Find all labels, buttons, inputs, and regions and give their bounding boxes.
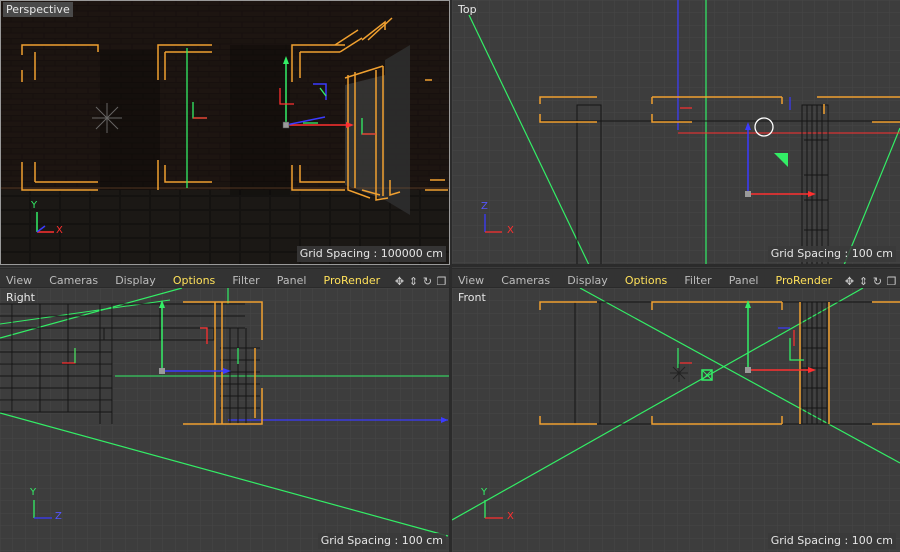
axis-label-y-right: Y <box>30 487 37 498</box>
right-grid-spacing: Grid Spacing : 100 cm <box>317 533 446 549</box>
top-scene <box>452 0 900 265</box>
right-viewport-label: Right <box>6 291 35 304</box>
front-grid-spacing: Grid Spacing : 100 cm <box>767 533 896 549</box>
front-scene <box>452 288 900 552</box>
axis-label-x-top: X <box>507 225 514 236</box>
viewport-divider-horizontal[interactable] <box>0 264 900 267</box>
right-viewport-menubar: View Cameras Display Options Filter Pane… <box>0 268 450 288</box>
view-nav-tools: ✥ ⇕ ↻ ❐ <box>392 270 448 289</box>
right-viewport[interactable]: Right Y Z Grid Spacing : 100 cm <box>0 288 450 552</box>
perspective-grid-spacing: Grid Spacing : 100000 cm <box>296 246 446 262</box>
move-view-icon[interactable]: ✥ <box>393 274 406 289</box>
rotate-view-icon[interactable]: ↻ <box>871 274 884 289</box>
top-viewport[interactable]: Top Z X Grid Spacing : 100 cm <box>452 0 900 265</box>
right-scene <box>0 288 450 552</box>
toggle-layout-icon[interactable]: ❐ <box>435 274 448 289</box>
perspective-viewport-label: Perspective <box>3 2 73 17</box>
rotate-view-icon[interactable]: ↻ <box>421 274 434 289</box>
view-nav-tools: ✥ ⇕ ↻ ❐ <box>842 270 898 289</box>
perspective-viewport[interactable]: Perspective Y X Grid Spacing : 100000 cm <box>0 0 450 265</box>
front-viewport-label: Front <box>458 291 486 304</box>
perspective-scene <box>0 0 450 265</box>
move-view-icon[interactable]: ✥ <box>843 274 856 289</box>
dolly-view-icon[interactable]: ⇕ <box>407 274 420 289</box>
front-viewport[interactable]: Front Y X Grid Spacing : 100 cm <box>452 288 900 552</box>
axis-label-y-front: Y <box>481 487 488 498</box>
axis-label-x: X <box>56 225 63 236</box>
axis-label-y: Y <box>31 200 38 211</box>
cinema4d-viewport-layout: Perspective Y X Grid Spacing : 100000 cm <box>0 0 900 552</box>
dolly-view-icon[interactable]: ⇕ <box>857 274 870 289</box>
axis-label-z-right: Z <box>55 511 62 522</box>
front-viewport-menubar: View Cameras Display Options Filter Pane… <box>452 268 900 288</box>
axis-label-z: Z <box>481 201 488 212</box>
viewport-divider-vertical[interactable] <box>449 0 452 552</box>
top-grid-spacing: Grid Spacing : 100 cm <box>767 246 896 262</box>
top-viewport-label: Top <box>458 3 477 16</box>
toggle-layout-icon[interactable]: ❐ <box>885 274 898 289</box>
axis-label-x-front: X <box>507 511 514 522</box>
